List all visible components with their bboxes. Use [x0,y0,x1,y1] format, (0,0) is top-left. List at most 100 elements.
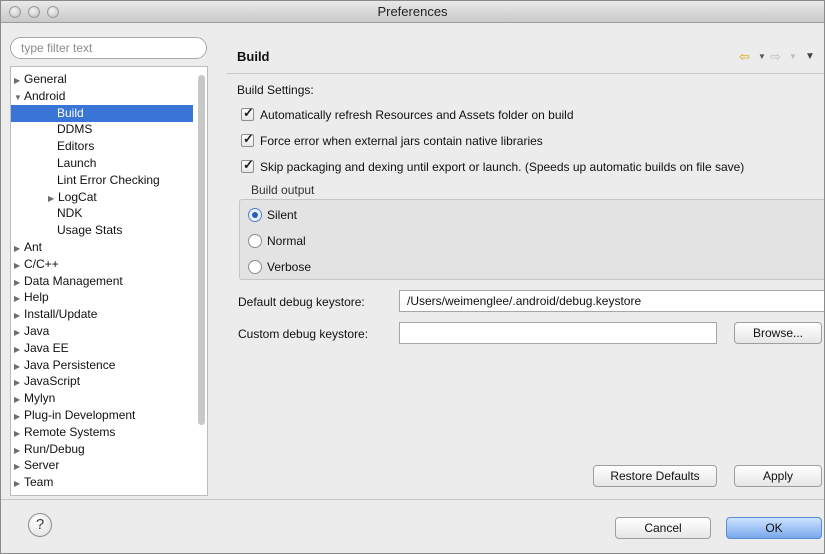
help-icon[interactable]: ? [28,513,52,537]
restore-defaults-button[interactable]: Restore Defaults [593,465,717,487]
build-output-group [239,199,824,280]
tree-item[interactable]: ▶ Ant [11,239,193,256]
tree-item[interactable]: DDMS [11,121,193,138]
tree-item[interactable]: ▶ Remote Systems [11,424,193,441]
tree-item-label: Remote Systems [24,424,116,439]
tree-item[interactable]: Lint Error Checking [11,172,193,189]
header-divider [227,73,824,74]
tree-item-label: Ant [24,240,43,254]
tree-item[interactable]: ▶ C/C++ [11,256,193,273]
tree-item[interactable]: Usage Stats [11,222,193,239]
disclosure-closed-icon[interactable]: ▶ [14,442,24,459]
disclosure-closed-icon[interactable]: ▶ [14,374,24,391]
tree-scrollbar[interactable] [198,75,205,425]
disclosure-closed-icon[interactable]: ▶ [14,72,24,89]
default-keystore-field[interactable] [399,290,824,312]
tree-item[interactable]: ▶ Mylyn [11,390,193,407]
cancel-button[interactable]: Cancel [615,517,711,539]
verbose-radio[interactable] [248,260,262,274]
tree-item[interactable]: ▶ JavaScript [11,373,193,390]
refresh-resources-label: Automatically refresh Resources and Asse… [260,108,574,122]
preference-tree[interactable]: ▶ General ▼ Android Build DDMS Editors Launch Li… [10,66,208,496]
title-bar: Preferences [1,1,824,23]
tree-item-label: Java [24,324,50,338]
tree-item-label: Lint Error Checking [57,172,160,187]
disclosure-closed-icon[interactable]: ▶ [14,425,24,442]
disclosure-closed-icon[interactable]: ▶ [14,274,24,291]
tree-item-label: Java Persistence [24,357,116,372]
tree-item-label: NDK [57,206,83,221]
tree-item[interactable]: NDK [11,205,193,222]
tree-item-label: General [24,72,67,86]
apply-button[interactable]: Apply [734,465,822,487]
tree-item[interactable]: ▶ General [11,71,193,88]
disclosure-closed-icon[interactable]: ▶ [14,391,24,408]
forward-dropdown-icon[interactable]: ▼ [789,52,797,61]
page-title: Build [237,49,270,64]
disclosure-closed-icon[interactable]: ▶ [14,290,24,307]
normal-radio[interactable] [248,234,262,248]
tree-item-label: Team [24,475,54,490]
disclosure-closed-icon[interactable]: ▶ [14,257,24,274]
disclosure-closed-icon[interactable]: ▶ [48,190,58,207]
tree-item[interactable]: ▶ Help [11,289,193,306]
forward-arrow-icon[interactable]: ⇨ [770,49,781,65]
skip-packaging-checkbox[interactable]: ✓ [241,157,254,173]
disclosure-open-icon[interactable]: ▼ [14,89,24,106]
tree-item-label: Install/Update [24,307,98,322]
disclosure-closed-icon[interactable]: ▶ [14,408,24,425]
browse-button[interactable]: Browse... [734,322,822,344]
tree-item[interactable]: ▶ Java Persistence [11,357,193,374]
disclosure-closed-icon[interactable]: ▶ [14,458,24,475]
tree-item-label: Android [24,88,66,103]
disclosure-closed-icon[interactable]: ▶ [14,307,24,324]
skip-packaging-label: Skip packaging and dexing until export o… [260,160,745,174]
back-dropdown-icon[interactable]: ▼ [758,52,766,61]
view-menu-icon[interactable]: ▼ [805,51,815,62]
tree-item-label: Help [24,290,49,305]
custom-keystore-field[interactable] [399,322,717,344]
tree-item[interactable]: ▶ Install/Update [11,306,193,323]
ok-button[interactable]: OK [726,517,822,539]
force-error-checkbox[interactable]: ✓ [241,131,254,147]
tree-item-label: Launch [57,156,97,170]
build-settings-label: Build Settings: [237,83,314,97]
tree-item-label: Usage Stats [57,223,123,238]
tree-item-label: Editors [57,139,95,154]
normal-label: Normal [267,234,306,248]
tree-item[interactable]: Editors [11,138,193,155]
tree-item-label: LogCat [58,189,97,204]
tree-item[interactable]: ▶ Java EE [11,340,193,357]
tree-item[interactable]: ▶ Java [11,323,193,340]
back-arrow-icon[interactable]: ⇦ [739,49,750,65]
filter-input[interactable] [10,37,207,59]
tree-item[interactable]: ▼ Android [11,88,193,105]
tree-item-label: Run/Debug [24,441,85,456]
silent-radio[interactable] [248,208,262,222]
tree-item[interactable]: ▶ Run/Debug [11,441,193,458]
footer-divider [1,499,824,500]
disclosure-closed-icon[interactable]: ▶ [14,240,24,257]
refresh-resources-checkbox[interactable]: ✓ [241,105,254,121]
tree-item-label: C/C++ [24,256,59,271]
disclosure-closed-icon[interactable]: ▶ [14,324,24,341]
tree-item[interactable]: Launch [11,155,193,172]
tree-item-label: Server [24,458,60,473]
tree-item[interactable]: Build [11,104,193,122]
tree-item[interactable]: ▶ Server [11,457,193,474]
disclosure-closed-icon[interactable]: ▶ [14,475,24,492]
window-title: Preferences [377,4,448,19]
tree-item[interactable]: ▶ Plug-in Development [11,407,193,424]
tree-item-label: DDMS [57,122,93,137]
custom-keystore-label: Custom debug keystore: [238,327,369,341]
tree-item-label: Mylyn [24,391,56,406]
tree-item[interactable]: ▶ Team [11,474,193,491]
disclosure-closed-icon[interactable]: ▶ [14,341,24,358]
default-keystore-label: Default debug keystore: [238,295,365,309]
verbose-label: Verbose [267,260,312,274]
tree-item[interactable]: ▶ Data Management [11,273,193,290]
force-error-label: Force error when external jars contain n… [260,134,543,148]
tree-item[interactable]: ▶ LogCat [11,189,193,206]
disclosure-closed-icon[interactable]: ▶ [14,358,24,375]
build-output-label: Build output [251,183,315,197]
